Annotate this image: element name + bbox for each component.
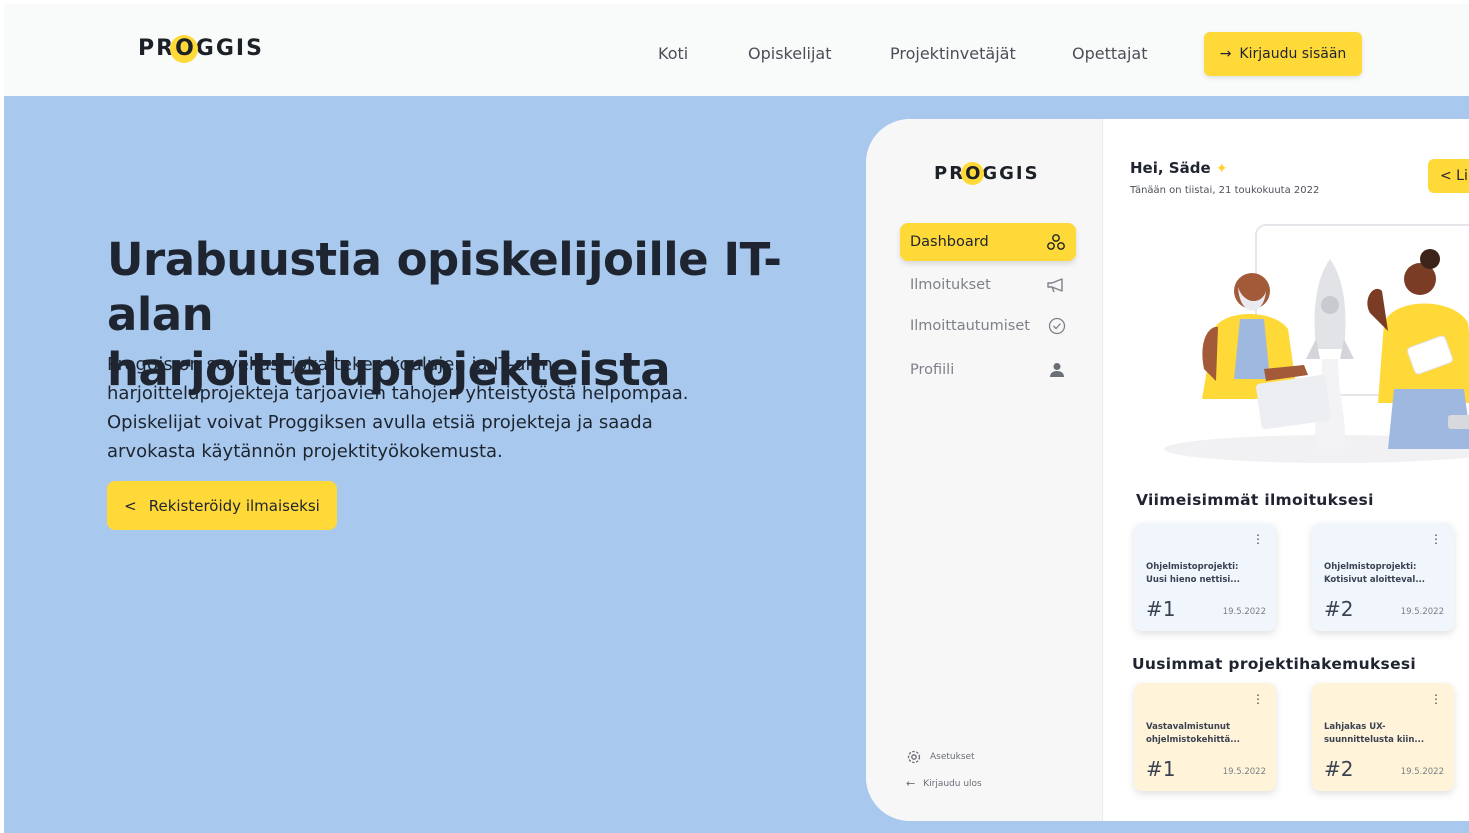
hero-description: Proggis on sovellus, joka tekee koulujen… bbox=[107, 350, 747, 466]
arrow-right-icon: → bbox=[1219, 46, 1232, 62]
settings-label: Asetukset bbox=[930, 752, 975, 762]
card-date: 19.5.2022 bbox=[1400, 607, 1444, 617]
today-date: Tänään on tiistai, 21 toukokuuta 2022 bbox=[1130, 185, 1320, 196]
application-card[interactable]: ⋮ Lahjakas UX-suunnittelusta kiin... #2 … bbox=[1312, 683, 1454, 791]
card-date: 19.5.2022 bbox=[1400, 767, 1444, 777]
gear-icon bbox=[907, 750, 921, 764]
sidebar-item-ilmoittautumiset[interactable]: Ilmoittautumiset bbox=[900, 307, 1076, 345]
announcement-card[interactable]: ⋮ Ohjelmistoprojekti: Kotisivut aloitteva… bbox=[1312, 523, 1454, 631]
sidebar-item-label: Ilmoitukset bbox=[910, 277, 991, 293]
kebab-menu-icon[interactable]: ⋮ bbox=[1430, 532, 1442, 546]
app-preview-mockup: PR OGGIS Dashboard Ilmoitukset Ilmoittaut… bbox=[866, 119, 1469, 821]
hero-section: Urabuustia opiskelijoille IT-alan harjoi… bbox=[4, 96, 1469, 833]
logo-o-letter: O bbox=[175, 36, 196, 61]
nav-link-koti[interactable]: Koti bbox=[658, 44, 688, 63]
sidebar-item-label: Dashboard bbox=[910, 234, 989, 250]
card-date: 19.5.2022 bbox=[1222, 607, 1266, 617]
card-title: Ohjelmistoprojekti: Kotisivut aloitteval.… bbox=[1324, 562, 1426, 585]
login-button-label: Kirjaudu sisään bbox=[1239, 46, 1347, 62]
card-number: #1 bbox=[1146, 757, 1176, 781]
section-title-latest-applications: Uusimmat projektihakemuksesi bbox=[1132, 655, 1417, 673]
hero-desc-line: Opiskelijat voivat Proggiksen avulla ets… bbox=[107, 412, 653, 433]
hero-desc-line: harjoitteluprojekteja tarjoavien tahojen… bbox=[107, 383, 689, 404]
top-navbar: PR OGGIS Koti Opiskelijat Projektinvetäjä… bbox=[4, 4, 1469, 96]
logo-o-letter: O bbox=[965, 163, 983, 184]
logout-label: Kirjaudu ulos bbox=[923, 778, 982, 789]
logo-text-end: GGIS bbox=[195, 36, 264, 61]
register-button-label: Rekisteröidy ilmaiseksi bbox=[148, 496, 320, 515]
sidebar-item-ilmoitukset[interactable]: Ilmoitukset bbox=[900, 266, 1076, 304]
logo-o: O bbox=[170, 35, 199, 63]
sidebar-item-profiili[interactable]: Profiili bbox=[900, 351, 1076, 389]
greeting-text: Hei, Säde bbox=[1130, 159, 1211, 177]
network-icon bbox=[1047, 234, 1065, 250]
login-button[interactable]: → Kirjaudu sisään bbox=[1204, 32, 1362, 76]
section-title-latest-announcements: Viimeisimmät ilmoituksesi bbox=[1136, 491, 1374, 509]
proggis-logo[interactable]: PR OGGIS bbox=[138, 35, 264, 63]
arrow-left-icon: ← bbox=[906, 777, 916, 790]
kebab-menu-icon[interactable]: ⋮ bbox=[1252, 692, 1264, 706]
nav-link-opettajat[interactable]: Opettajat bbox=[1072, 44, 1147, 63]
mock-proggis-logo: PR OGGIS bbox=[934, 162, 1040, 185]
sparkle-icon: ✦ bbox=[1215, 161, 1228, 177]
kebab-menu-icon[interactable]: ⋮ bbox=[1430, 692, 1442, 706]
logo-o: O bbox=[961, 162, 985, 185]
megaphone-icon bbox=[1047, 278, 1063, 293]
sidebar-item-label: Profiili bbox=[910, 362, 955, 378]
sidebar-item-label: Ilmoittautumiset bbox=[910, 318, 1030, 334]
kebab-menu-icon[interactable]: ⋮ bbox=[1252, 532, 1264, 546]
hero-desc-line: Proggis on sovellus, joka tekee koulujen… bbox=[107, 354, 553, 375]
card-title: Lahjakas UX-suunnittelusta kiin... bbox=[1324, 722, 1425, 745]
card-number: #2 bbox=[1324, 597, 1354, 621]
announcement-card[interactable]: ⋮ Ohjelmistoprojekti: Uusi hieno nettisi.… bbox=[1134, 523, 1276, 631]
hero-title-line-1: Urabuustia opiskelijoille IT-alan bbox=[107, 233, 782, 341]
logout-link[interactable]: ← Kirjaudu ulos bbox=[906, 777, 982, 790]
application-card[interactable]: ⋮ Vastavalmistunut ohjelmistokehittä... #… bbox=[1134, 683, 1276, 791]
team-illustration bbox=[1164, 224, 1469, 463]
nav-link-opiskelijat[interactable]: Opiskelijat bbox=[748, 44, 831, 63]
card-date: 19.5.2022 bbox=[1222, 767, 1266, 777]
hero-desc-line: arvokasta käytännön projektityökokemusta… bbox=[107, 441, 503, 462]
card-number: #1 bbox=[1146, 597, 1176, 621]
logo-text-end: GGIS bbox=[982, 163, 1040, 184]
nav-link-projektinvetajat[interactable]: Projektinvetäjät bbox=[890, 44, 1016, 63]
settings-link[interactable]: Asetukset bbox=[906, 749, 975, 765]
user-icon bbox=[1050, 363, 1064, 377]
sidebar-item-dashboard[interactable]: Dashboard bbox=[900, 223, 1076, 261]
greeting: Hei, Säde ✦ bbox=[1130, 159, 1228, 177]
back-button[interactable]: < Li bbox=[1428, 159, 1469, 193]
card-title: Ohjelmistoprojekti: Uusi hieno nettisi... bbox=[1146, 562, 1240, 585]
check-circle-icon bbox=[1048, 317, 1066, 335]
card-title: Vastavalmistunut ohjelmistokehittä... bbox=[1146, 722, 1240, 745]
register-button[interactable]: < Rekisteröidy ilmaiseksi bbox=[107, 481, 337, 530]
card-number: #2 bbox=[1324, 757, 1354, 781]
mock-sidebar: PR OGGIS Dashboard Ilmoitukset Ilmoittaut… bbox=[866, 119, 1103, 821]
chevron-left-icon: < bbox=[124, 496, 137, 515]
